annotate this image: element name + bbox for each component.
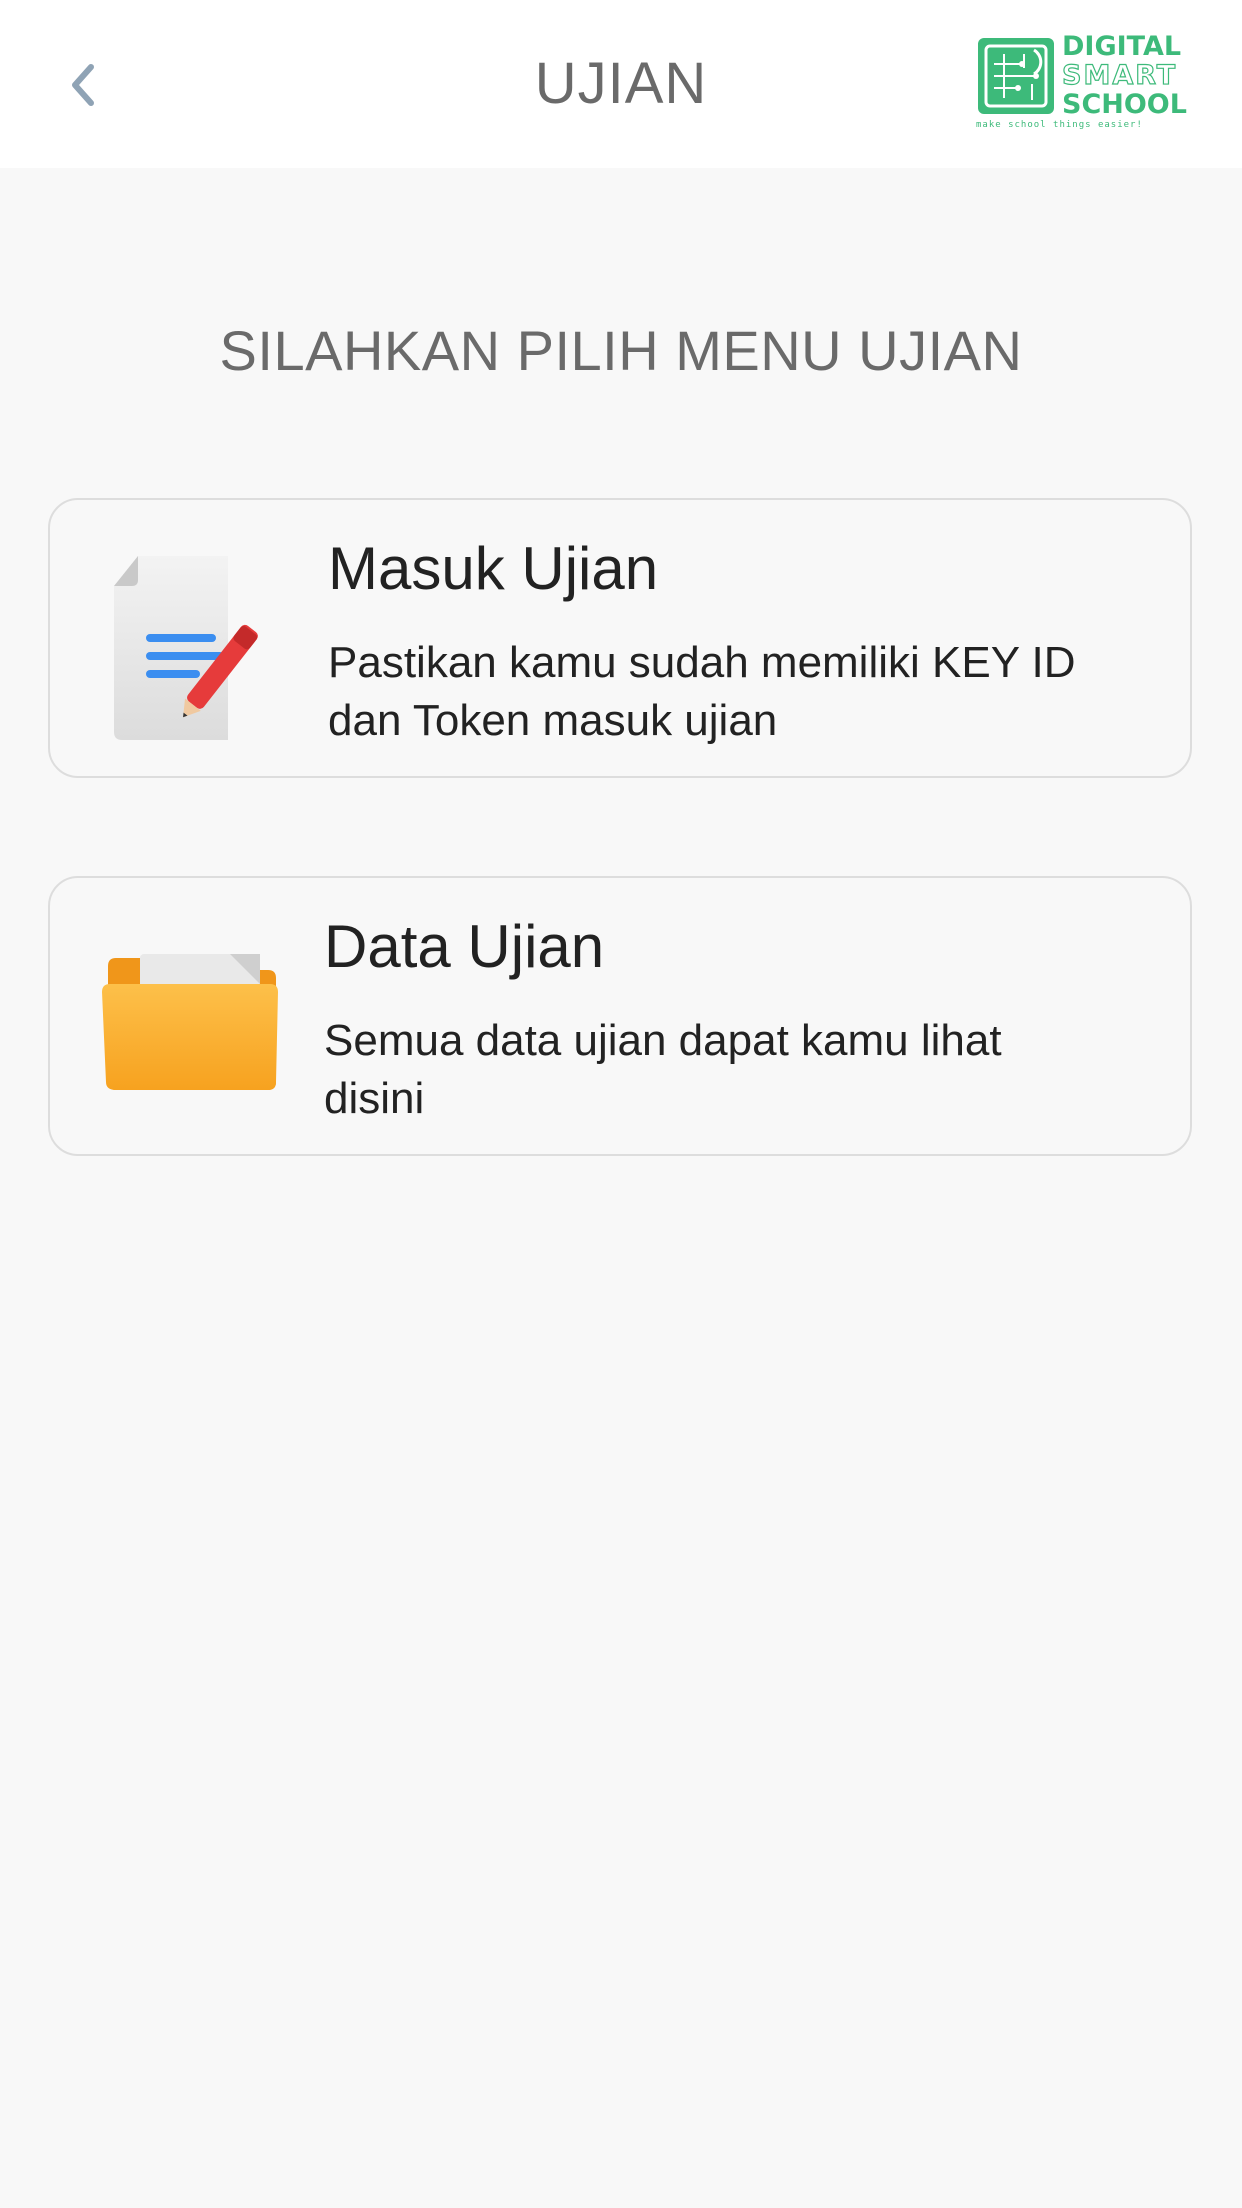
menu-card-data-ujian[interactable]: Data Ujian Semua data ujian dapat kamu l…: [48, 876, 1192, 1156]
folder-icon: [102, 954, 278, 1090]
document-edit-icon: [114, 556, 258, 740]
card-title: Data Ujian: [324, 913, 605, 980]
card-description: Semua data ujian dapat kamu lihat disini: [324, 1016, 1002, 1123]
logo-tagline: make school things easier!: [976, 120, 1143, 130]
logo-line-digital: DIGITAL: [1062, 31, 1182, 62]
app-header: UJIAN DIGITAL SMART SCHOOL make school t…: [0, 0, 1242, 168]
menu-card-masuk-ujian[interactable]: Masuk Ujian Pastikan kamu sudah memiliki…: [48, 498, 1192, 778]
card-title: Masuk Ujian: [328, 535, 659, 602]
digital-smart-school-logo: DIGITAL SMART SCHOOL make school things …: [974, 31, 1187, 136]
section-heading: SILAHKAN PILIH MENU UJIAN: [219, 319, 1023, 382]
card-description: Pastikan kamu sudah memiliki KEY ID dan …: [328, 638, 1076, 745]
logo-line-school: SCHOOL: [1062, 89, 1187, 120]
logo-circuit-mark: [978, 38, 1054, 114]
logo-wordmark: DIGITAL SMART SCHOOL: [1061, 31, 1187, 120]
logo-line-smart: SMART: [1061, 60, 1178, 91]
